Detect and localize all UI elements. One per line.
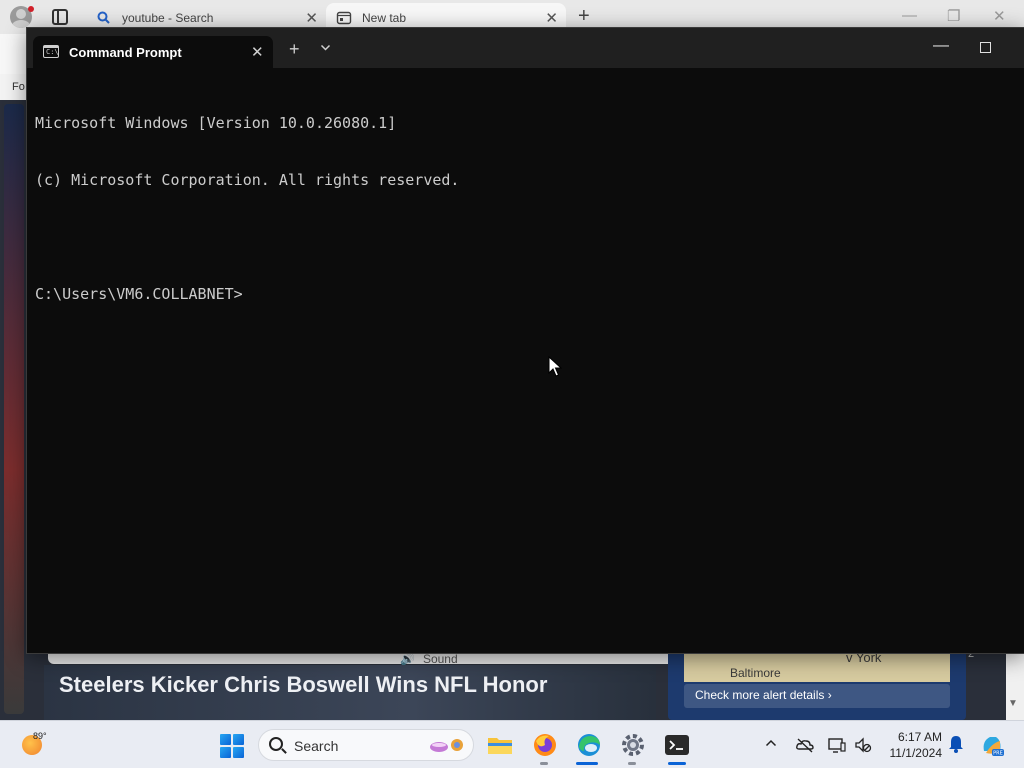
system-clock[interactable]: 6:17 AM 11/1/2024 <box>884 729 943 761</box>
clock-date: 11/1/2024 <box>889 746 943 760</box>
browser-tab-title: youtube - Search <box>122 10 214 25</box>
terminal-output[interactable]: Microsoft Windows [Version 10.0.26080.1]… <box>35 76 459 342</box>
audio-muted-icon[interactable] <box>853 735 873 755</box>
speaker-icon: 🔊 <box>400 652 415 666</box>
maximize-icon[interactable] <box>980 42 991 53</box>
new-tab-icon <box>336 10 352 26</box>
minimize-icon[interactable]: — <box>933 37 949 55</box>
news-headline[interactable]: Steelers Kicker Chris Boswell Wins NFL H… <box>59 672 547 698</box>
chevron-down-icon[interactable] <box>320 43 331 55</box>
terminal-window[interactable]: C:\ Command Prompt ✕ + — Microsoft Windo… <box>26 27 1024 654</box>
map-label: Baltimore <box>730 666 781 680</box>
firefox-running-indicator <box>540 762 548 765</box>
clock-time: 6:17 AM <box>897 730 942 744</box>
windows-logo-icon <box>220 747 231 758</box>
terminal-app-icon[interactable] <box>663 731 691 759</box>
close-tab-icon[interactable]: ✕ <box>305 9 318 27</box>
browser-minimize-icon[interactable]: — <box>902 7 917 24</box>
windows-logo-icon <box>220 734 231 745</box>
search-highlight-icon <box>430 739 463 752</box>
copilot-badge-text: PRE <box>993 751 1003 757</box>
alert-details-text: Check more alert details <box>695 688 825 702</box>
settings-running-indicator <box>628 762 636 765</box>
mouse-cursor-icon <box>548 356 562 377</box>
command-prompt-icon: C:\ <box>43 45 59 58</box>
alert-details-link[interactable]: Check more alert details › <box>695 688 832 702</box>
search-icon <box>269 737 283 751</box>
taskbar-search-box[interactable]: Search <box>258 729 474 761</box>
browser-restore-icon[interactable]: ❐ <box>947 7 960 25</box>
close-tab-icon[interactable]: ✕ <box>251 43 264 61</box>
terminal-line: (c) Microsoft Corporation. All rights re… <box>35 171 460 189</box>
display-network-icon[interactable] <box>827 735 847 755</box>
start-button[interactable] <box>220 734 244 758</box>
taskbar: 89° Search 6:17 AM 11/1/2024 PRE <box>0 720 1024 768</box>
windows-logo-icon <box>233 734 244 745</box>
favorites-bar-label[interactable]: Fo <box>12 81 25 93</box>
close-tab-icon[interactable]: ✕ <box>545 9 558 27</box>
weather-temperature[interactable]: 89° <box>33 731 47 741</box>
edge-active-indicator <box>576 762 598 765</box>
file-explorer-icon[interactable] <box>486 731 514 759</box>
settings-gear-icon[interactable] <box>619 731 647 759</box>
search-icon <box>96 10 112 26</box>
edge-icon[interactable] <box>575 731 603 759</box>
command-prompt-icon-glyph: C:\ <box>46 48 59 56</box>
terminal-active-indicator <box>668 762 686 765</box>
browser-close-icon[interactable]: ✕ <box>993 7 1006 25</box>
workspaces-icon[interactable] <box>52 9 68 25</box>
notification-bell-icon[interactable] <box>948 735 964 753</box>
terminal-prompt[interactable]: C:\Users\VM6.COLLABNET> <box>35 285 459 304</box>
feed-side-image <box>4 104 24 714</box>
terminal-tab-title: Command Prompt <box>69 45 182 60</box>
firefox-icon[interactable] <box>531 731 559 759</box>
terminal-line: Microsoft Windows [Version 10.0.26080.1] <box>35 114 397 132</box>
terminal-title-bar[interactable]: C:\ Command Prompt ✕ + — <box>27 28 1024 68</box>
windows-logo-icon <box>233 747 244 758</box>
browser-tab-title: New tab <box>362 10 407 25</box>
new-tab-plus-icon[interactable]: + <box>578 5 590 28</box>
scroll-down-arrow-icon[interactable]: ▼ <box>1008 698 1018 709</box>
new-tab-plus-icon[interactable]: + <box>289 40 300 58</box>
chevron-right-icon: › <box>827 688 832 702</box>
sound-label: Sound <box>422 652 458 666</box>
feed-sound-row[interactable]: 🔊 Sound <box>400 652 458 666</box>
copilot-icon[interactable]: PRE <box>980 733 1004 757</box>
show-hidden-icons-chevron-icon[interactable] <box>765 735 777 750</box>
terminal-tab-command-prompt[interactable]: C:\ Command Prompt ✕ <box>33 36 273 68</box>
taskbar-search-placeholder: Search <box>294 738 339 754</box>
onedrive-offline-icon[interactable] <box>795 735 815 755</box>
profile-notification-dot <box>28 6 34 12</box>
